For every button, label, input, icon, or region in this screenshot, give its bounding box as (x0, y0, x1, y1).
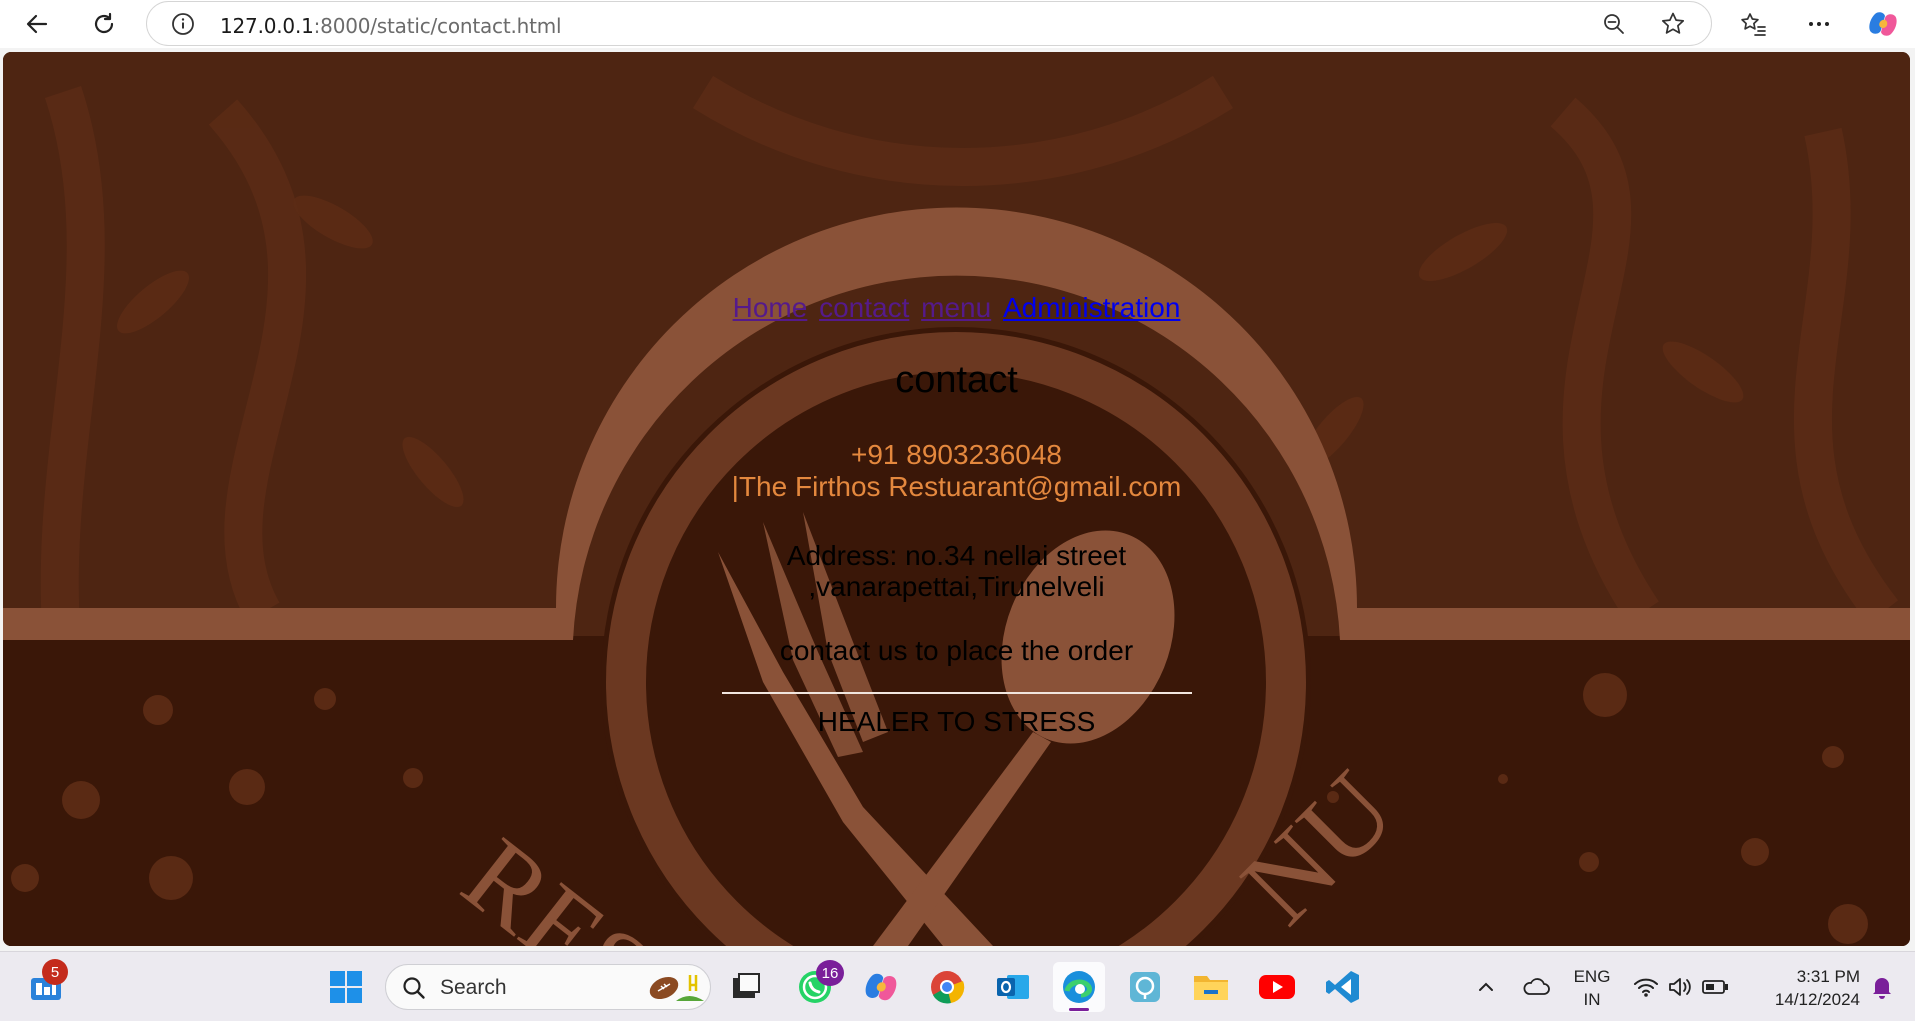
page-viewport: RES NU Home contact menu Administration … (3, 52, 1910, 946)
ellipsis-icon (1809, 22, 1829, 26)
show-hidden-icons-button[interactable] (1460, 962, 1512, 1012)
copilot-button[interactable] (1863, 4, 1903, 44)
youtube-button[interactable] (1251, 962, 1303, 1012)
language-region: IN (1583, 990, 1601, 1009)
windows-logo-icon (330, 971, 362, 1003)
folder-icon (1194, 976, 1228, 1000)
taskbar: 5 Search 16 ENG IN 3:31 PM 14/12/2024 (0, 951, 1915, 1021)
chrome-button[interactable] (921, 962, 973, 1012)
address-line-1: Address: no.34 nellai street (786, 540, 1127, 571)
chevron-up-icon (1479, 982, 1493, 991)
nav-links: Home contact menu Administration (3, 292, 1910, 324)
browser-toolbar: 127.0.0.1:8000/static/contact.html (0, 0, 1915, 48)
task-view-icon (733, 973, 760, 998)
edge-icon (1063, 971, 1095, 1003)
search-icon (403, 977, 425, 999)
url-path: :8000/static/contact.html (313, 14, 562, 38)
language-indicator[interactable]: ENG IN (1566, 965, 1618, 1011)
clock-date: 14/12/2024 (1774, 990, 1860, 1009)
refresh-icon (94, 12, 114, 34)
copilot-taskbar-icon (865, 973, 897, 1001)
address-bar[interactable]: 127.0.0.1:8000/static/contact.html (146, 1, 1712, 46)
onedrive-button[interactable] (1510, 962, 1562, 1012)
back-button[interactable] (17, 4, 57, 44)
chrome-icon (931, 971, 965, 1004)
youtube-icon (1259, 975, 1295, 999)
back-arrow-icon (26, 14, 48, 34)
clock[interactable]: 3:31 PM 14/12/2024 (1750, 965, 1860, 1011)
favorites-list-icon (1741, 13, 1766, 36)
search-placeholder: Search (440, 976, 507, 999)
volume-icon (1669, 978, 1691, 996)
active-app-indicator (1069, 1008, 1089, 1011)
email-address: |The Firthos Restuarant@gmail.com (731, 471, 1182, 502)
vscode-icon (1326, 971, 1359, 1003)
cloud-icon (1523, 978, 1550, 995)
url-host: 127.0.0.1 (220, 14, 314, 38)
nav-link-contact[interactable]: contact (819, 292, 909, 323)
refresh-button[interactable] (84, 4, 124, 44)
nav-link-home[interactable]: Home (733, 292, 808, 323)
start-button[interactable] (320, 962, 372, 1012)
bell-icon (1873, 978, 1891, 999)
football-icon (649, 975, 704, 1001)
contact-content: Home contact menu Administration contact… (3, 52, 1910, 946)
battery-icon (1702, 980, 1728, 994)
phone-number: +91 8903236048 (851, 439, 1062, 470)
whatsapp-badge: 16 (816, 960, 844, 986)
address-line-2: ,vanarapettai,Tirunelveli (808, 571, 1105, 602)
slogan: HEALER TO STRESS (817, 706, 1096, 737)
whatsapp-button[interactable]: 16 (789, 960, 844, 1012)
outlook-icon (997, 975, 1029, 999)
more-options-button[interactable] (1799, 4, 1839, 44)
copilot-icon (1869, 12, 1897, 36)
widgets-badge: 5 (42, 959, 68, 985)
site-info-icon[interactable] (171, 12, 195, 36)
file-explorer-button[interactable] (1185, 962, 1237, 1012)
outlook-button[interactable] (987, 962, 1039, 1012)
vscode-button[interactable] (1317, 962, 1369, 1012)
language-code: ENG (1573, 967, 1611, 986)
taskbar-search-box[interactable]: Search (385, 964, 711, 1010)
url-text[interactable]: 127.0.0.1:8000/static/contact.html (220, 14, 562, 38)
page-title: contact (895, 359, 1018, 401)
horizontal-divider (722, 692, 1192, 694)
quick-settings-button[interactable] (1626, 962, 1736, 1012)
widgets-button[interactable]: 5 (20, 959, 72, 1012)
app-icon (1130, 972, 1160, 1002)
contact-details: +91 8903236048 |The Firthos Restuarant@g… (3, 439, 1910, 503)
notifications-button[interactable] (1860, 962, 1904, 1012)
address-block: Address: no.34 nellai street ,vanarapett… (3, 540, 1910, 602)
task-view-button[interactable] (720, 962, 772, 1012)
zoom-out-icon[interactable] (1602, 12, 1626, 36)
app-button[interactable] (1119, 962, 1171, 1012)
copilot-taskbar-button[interactable] (855, 962, 907, 1012)
clock-time: 3:31 PM (1796, 967, 1860, 986)
wifi-icon (1634, 978, 1658, 997)
favorite-star-icon[interactable] (1660, 11, 1686, 37)
edge-button[interactable] (1053, 962, 1105, 1012)
favorites-button[interactable] (1733, 4, 1773, 44)
order-text: contact us to place the order (779, 635, 1134, 666)
nav-link-menu[interactable]: menu (921, 292, 991, 323)
nav-link-administration[interactable]: Administration (1003, 292, 1180, 323)
